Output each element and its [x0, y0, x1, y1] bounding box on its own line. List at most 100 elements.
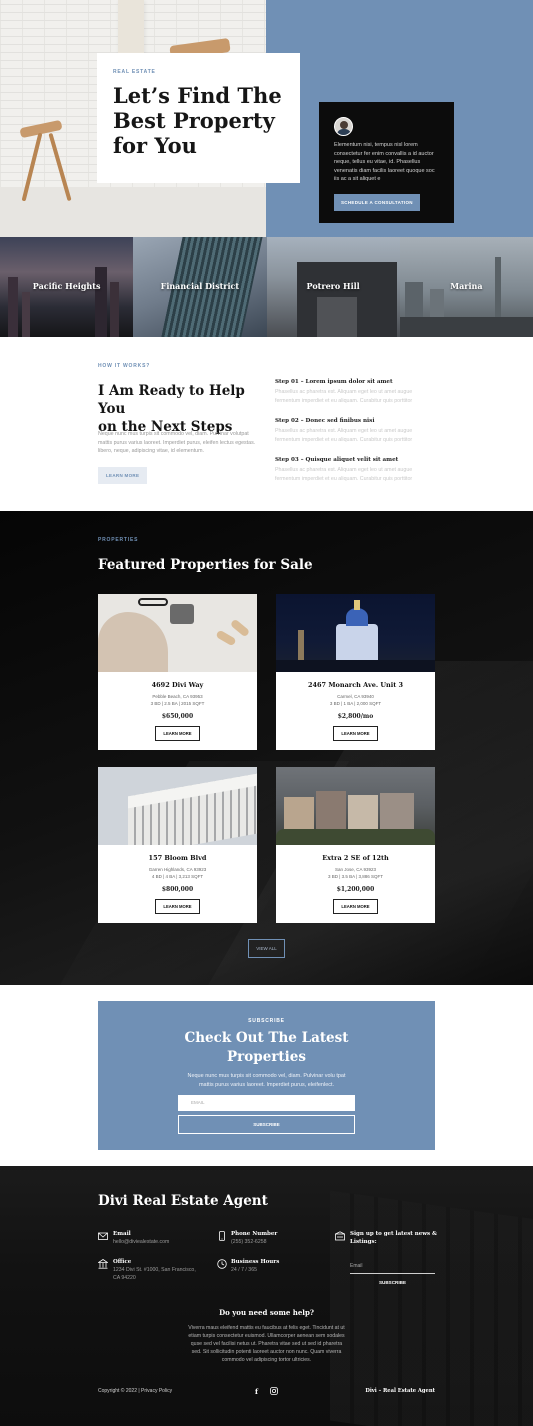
help-text: Viverra maus eleifend mattis eu faucibus… — [0, 1324, 533, 1364]
office-icon — [98, 1259, 108, 1269]
step-text: Phasellus ac pharetra est. Aliquam eget … — [275, 389, 413, 395]
subscribe-text-line: Neque nunc mus turpis sit commodo vel, d… — [187, 1073, 346, 1079]
property-card[interactable]: 157 Bloom Blvd Garren Highlands, CA 9392… — [98, 767, 257, 923]
email-link[interactable]: hello@diviealestate.com — [113, 1238, 169, 1246]
instagram-icon[interactable] — [270, 1387, 278, 1395]
office-address-line: CA 94220 — [113, 1275, 136, 1281]
step-text: Phasellus ac pharetra est. Aliquam eget … — [275, 428, 413, 434]
view-all-button[interactable]: VIEW ALL — [248, 939, 285, 958]
hero-title-line: Let’s Find The — [113, 83, 282, 108]
help-text-line: commodo vel adipiscing tortor ultricies. — [221, 1357, 312, 1363]
help-text-line: sed. Sit sollicitudin potenti laoreet au… — [191, 1349, 342, 1355]
step-item: Step 01 – Lorem ipsum dolor sit amet Pha… — [275, 379, 445, 405]
office-block: Office 1234 Divi St. #1000, San Francisc… — [113, 1258, 196, 1282]
property-specs: 3 BD | 1 BA | 2,000 SQFT — [329, 701, 382, 706]
email-block: Email hello@diviealestate.com — [113, 1230, 169, 1246]
neighborhood-tile[interactable]: Potrero Hill — [266, 237, 400, 337]
footer-email-underline — [350, 1273, 435, 1274]
footer-email-input[interactable]: Email — [350, 1263, 363, 1269]
property-price: $2,800/mo — [337, 713, 374, 720]
subscribe-title-line: Properties — [227, 1049, 306, 1065]
hero-title-line: for You — [113, 133, 197, 158]
property-price: $650,000 — [161, 713, 194, 720]
footer-brand: Divi – Real Estate Agent — [365, 1388, 435, 1394]
property-name: Extra 2 SE of 12th — [322, 854, 389, 862]
how-eyebrow: HOW IT WORKS? — [98, 363, 151, 369]
property-location: Garren Highlands, CA 93923 — [148, 867, 207, 872]
hero-title: Let’s Find The Best Property for You — [113, 83, 284, 158]
neighborhood-tile[interactable]: Financial District — [133, 237, 267, 337]
avatar — [334, 117, 353, 136]
property-location: Pebble Beach, CA 93953 — [152, 694, 203, 699]
phone-link[interactable]: (255) 352-6258 — [231, 1238, 277, 1246]
subscribe-title: Check Out The Latest Properties — [98, 1029, 435, 1067]
step-text: fermentum imperdiet et eu aliquam. Curab… — [275, 397, 413, 404]
property-specs: 4 BD | 4 BA | 3,213 SQFT — [151, 874, 204, 879]
neighborhood-tile[interactable]: Marina — [399, 237, 533, 337]
agent-card-text: Elementum nisi, tempus nisl lorem consec… — [334, 142, 435, 182]
learn-more-button[interactable]: LEARN MORE — [98, 467, 148, 484]
facebook-icon[interactable]: f — [255, 1387, 258, 1396]
learn-more-button[interactable]: LEARN MORE — [155, 726, 200, 741]
email-input[interactable]: EMAIL — [178, 1095, 355, 1111]
neighborhood-label: Marina — [450, 281, 483, 291]
property-name: 4692 Divi Way — [151, 681, 204, 689]
help-text-line: quse sed vel facilisi netus ut. Pharetra… — [190, 1341, 343, 1347]
featured-properties-section: PROPERTIES Featured Properties for Sale … — [0, 511, 533, 985]
how-title: I Am Ready to Help You on the Next Steps — [98, 382, 268, 436]
mailbox-icon — [335, 1231, 345, 1241]
step-item: Step 02 – Donec sed finibus nisi Phasell… — [275, 418, 445, 444]
footer: Divi Real Estate Agent Email hello@divie… — [0, 1166, 533, 1426]
subscribe-text: Neque nunc mus turpis sit commodo vel, d… — [98, 1072, 435, 1089]
property-location: San Jose, CA 93923 — [334, 867, 377, 872]
email-label: Email — [113, 1231, 131, 1237]
neighborhoods-strip: Pacific Heights Financial District Potre… — [0, 237, 533, 337]
property-card[interactable]: 4692 Divi Way Pebble Beach, CA 93953 3 B… — [98, 594, 257, 750]
neighborhood-tile[interactable]: Pacific Heights — [0, 237, 134, 337]
property-specs: 3 BD | 3.5 BA | 3,886 SQFT — [327, 874, 384, 879]
help-text-line: Viverra maus eleifend mattis eu faucibus… — [188, 1325, 345, 1331]
subscribe-title-line: Check Out The Latest — [184, 1030, 349, 1046]
neighborhood-label: Financial District — [160, 281, 240, 291]
featured-title: Featured Properties for Sale — [98, 557, 313, 573]
help-title: Do you need some help? — [219, 1308, 314, 1317]
property-location: Carmel, CA 93940 — [337, 694, 374, 699]
learn-more-button[interactable]: LEARN MORE — [333, 726, 378, 741]
footer-subscribe-button[interactable]: SUBSCRIBE — [350, 1280, 435, 1285]
hours-value: 24 / 7 / 365 — [231, 1267, 257, 1273]
step-title: Step 02 – Donec sed finibus nisi — [275, 418, 375, 424]
property-card[interactable]: Extra 2 SE of 12th San Jose, CA 93923 3 … — [276, 767, 435, 923]
help-text-line: etiam turpis consectetur euismod. Ullamc… — [188, 1333, 345, 1339]
how-title-line: I Am Ready to Help You — [98, 383, 245, 417]
office-label: Office — [113, 1259, 132, 1265]
how-text: Neque nunc mus turpis sit commodo vel, d… — [98, 431, 256, 454]
subscribe-eyebrow: SUBSCRIBE — [248, 1018, 285, 1024]
signup-label-line: Listings: — [350, 1239, 377, 1245]
subscribe-text-line: mattis purus varius laoreet. Imperdiet p… — [198, 1081, 335, 1088]
learn-more-button[interactable]: LEARN MORE — [155, 899, 200, 914]
step-item: Step 03 – Quisque aliquet velit sit amet… — [275, 457, 445, 483]
signup-label-line: Sign up to get latest news & — [350, 1231, 437, 1237]
learn-more-button[interactable]: LEARN MORE — [333, 899, 378, 914]
hours-block: Business Hours 24 / 7 / 365 — [231, 1258, 279, 1274]
property-image — [276, 594, 435, 672]
property-price: $800,000 — [161, 886, 194, 893]
property-card[interactable]: 2467 Monarch Ave. Unit 3 Carmel, CA 9394… — [276, 594, 435, 750]
featured-eyebrow: PROPERTIES — [98, 537, 139, 543]
hero-title-line: Best Property — [113, 108, 275, 133]
neighborhood-label: Pacific Heights — [32, 281, 101, 291]
phone-block: Phone Number (255) 352-6258 — [231, 1230, 277, 1246]
hours-label: Business Hours — [231, 1259, 280, 1265]
hero-eyebrow: REAL ESTATE — [113, 69, 156, 75]
property-image — [98, 594, 257, 672]
hero-title-card: REAL ESTATE Let’s Find The Best Property… — [97, 53, 300, 183]
hero-section: REAL ESTATE Let’s Find The Best Property… — [0, 0, 533, 237]
step-text: Phasellus ac pharetra est. Aliquam eget … — [275, 467, 413, 473]
copyright[interactable]: Copyright © 2022 | Privacy Policy — [98, 1388, 172, 1394]
footer-title: Divi Real Estate Agent — [98, 1193, 268, 1209]
property-image — [98, 767, 257, 845]
schedule-consultation-button[interactable]: SCHEDULE A CONSULTATION — [334, 193, 420, 211]
subscribe-button[interactable]: SUBSCRIBE — [178, 1115, 355, 1134]
step-text: fermentum imperdiet et eu aliquam. Curab… — [275, 475, 413, 482]
property-name: 157 Bloom Blvd — [148, 854, 207, 862]
